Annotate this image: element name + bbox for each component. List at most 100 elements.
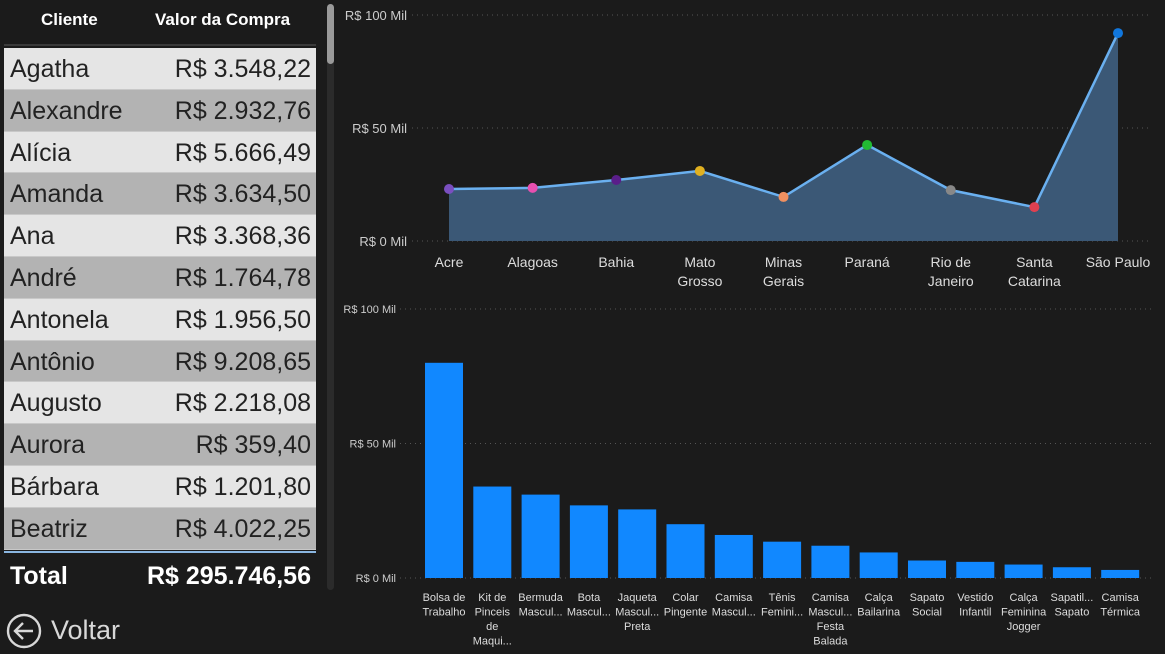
purchase-value-cell: R$ 5.666,49 (174, 138, 311, 167)
column-header-value[interactable]: Valor da Compra (155, 10, 290, 30)
total-value: R$ 295.746,56 (146, 562, 311, 590)
client-name-cell: Agatha (10, 55, 90, 83)
x-tick-label: Paraná (845, 254, 890, 270)
client-name-cell: Bárbara (10, 472, 99, 501)
x-tick-label: Camisa Térmica (1100, 592, 1141, 619)
y-tick-label: R$ 100 Mil (345, 8, 407, 23)
x-tick-label: Minas Gerais (763, 254, 804, 289)
purchase-value-cell: R$ 1.956,50 (174, 305, 311, 334)
client-name-cell: Alícia (10, 138, 72, 167)
purchase-value-cell: R$ 2.932,76 (174, 96, 311, 125)
x-tick-label: Bahia (598, 254, 634, 270)
x-tick-label: Santa Catarina (1008, 254, 1061, 289)
table-scrollbar[interactable] (327, 4, 334, 590)
table-body: Agatha R$ 3.548,22 Alexandre R$ 2.932,76 Alí… (4, 48, 316, 550)
x-tick-label: Sapatil... Sapato (1050, 592, 1093, 619)
bar[interactable] (618, 509, 657, 578)
y-tick-label: R$ 0 Mil (356, 573, 396, 585)
bar[interactable] (666, 524, 705, 578)
bar[interactable] (473, 486, 512, 578)
data-point[interactable] (694, 165, 705, 176)
y-tick-label: R$ 100 Mil (343, 304, 396, 316)
table-row[interactable]: Antonela R$ 1.956,50 (4, 298, 316, 341)
x-tick-label: Camisa Mascul... (712, 592, 756, 619)
total-label: Total (10, 562, 68, 590)
series-line (448, 32, 1120, 209)
bar[interactable] (1052, 567, 1091, 578)
data-point[interactable] (778, 191, 789, 202)
client-table: Cliente Valor da Compra Agatha R$ 3.548,2… (4, 2, 316, 595)
x-tick-label: São Paulo (1086, 254, 1151, 270)
client-name-cell: Aurora (10, 431, 86, 460)
purchase-value-cell: R$ 3.634,50 (174, 180, 311, 209)
x-tick-label: Tênis Femini... (761, 592, 803, 619)
client-name-cell: Antônio (10, 347, 95, 376)
x-tick-label: Bermuda Mascul... (518, 592, 564, 619)
y-tick-label: R$ 0 Mil (359, 234, 407, 249)
table-row[interactable]: Antônio R$ 9.208,65 (4, 340, 316, 383)
x-tick-label: Calça Bailarina (857, 592, 901, 619)
x-tick-label: Mato Grosso (677, 254, 722, 289)
table-row[interactable]: Ana R$ 3.368,36 (4, 215, 316, 257)
purchase-value-cell: R$ 1.201,80 (174, 472, 311, 501)
x-tick-label: Acre (435, 254, 464, 270)
purchase-value-cell: R$ 3.368,36 (174, 222, 311, 251)
data-point[interactable] (444, 184, 454, 195)
table-row[interactable]: André R$ 1.764,78 (4, 256, 316, 299)
x-tick-label: Alagoas (507, 254, 558, 270)
bar[interactable] (425, 362, 463, 578)
x-tick-label: Calça Feminina Jogger (1001, 592, 1047, 633)
table-row[interactable]: Augusto R$ 2.218,08 (4, 382, 316, 425)
table-row[interactable]: Alexandre R$ 2.932,76 (4, 89, 316, 132)
purchase-value-cell: R$ 2.218,08 (174, 389, 311, 418)
arrow-left-circle-icon (6, 613, 42, 649)
table-row[interactable]: Agatha R$ 3.548,22 (4, 48, 316, 90)
client-name-cell: Amanda (10, 180, 104, 209)
data-point[interactable] (945, 185, 956, 196)
bar[interactable] (908, 560, 946, 578)
purchase-value-cell: R$ 4.022,25 (174, 514, 311, 543)
column-header-client[interactable]: Cliente (41, 10, 98, 30)
bar[interactable] (521, 494, 560, 578)
client-name-cell: Augusto (10, 389, 102, 418)
purchase-value-cell: R$ 1.764,78 (174, 263, 311, 292)
x-tick-label: Colar Pingente (664, 592, 707, 619)
bar[interactable] (811, 545, 850, 578)
client-name-cell: André (10, 263, 77, 292)
table-row[interactable]: Beatriz R$ 4.022,25 (4, 507, 316, 550)
table-row[interactable]: Alícia R$ 5.666,49 (4, 131, 316, 174)
bar[interactable] (569, 505, 608, 578)
y-tick-label: R$ 50 Mil (350, 439, 396, 451)
table-header: Cliente Valor da Compra (4, 2, 316, 46)
bar[interactable] (1004, 564, 1043, 578)
client-name-cell: Ana (10, 222, 55, 251)
x-tick-label: Sapato Social (910, 592, 945, 619)
purchase-value-cell: R$ 359,40 (195, 431, 311, 460)
bar[interactable] (714, 534, 753, 578)
data-point[interactable] (1029, 202, 1040, 213)
data-point[interactable] (527, 182, 538, 193)
x-tick-label: Bolsa de Trabalho (422, 592, 465, 619)
table-row[interactable]: Bárbara R$ 1.201,80 (4, 465, 316, 508)
bar[interactable] (1101, 569, 1140, 578)
client-name-cell: Antonela (10, 305, 109, 334)
back-button-label: Voltar (51, 615, 121, 645)
data-point[interactable] (611, 174, 622, 185)
x-tick-label: Rio de Janeiro (928, 254, 974, 289)
x-tick-label: Kit de Pinceis de Maqui... (473, 592, 512, 648)
bar[interactable] (763, 541, 802, 578)
client-name-cell: Beatriz (10, 514, 88, 543)
area-fill (449, 33, 1118, 241)
bar[interactable] (956, 561, 995, 578)
table-row[interactable]: Amanda R$ 3.634,50 (4, 173, 316, 216)
table-row[interactable]: Aurora R$ 359,40 (4, 424, 316, 466)
data-point[interactable] (862, 139, 873, 150)
y-tick-label: R$ 50 Mil (352, 121, 407, 136)
table-total-row: Total R$ 295.746,56 (4, 551, 316, 595)
client-name-cell: Alexandre (10, 96, 123, 125)
scrollbar-thumb[interactable] (327, 4, 334, 64)
purchase-value-cell: R$ 9.208,65 (174, 347, 311, 376)
data-point[interactable] (1113, 28, 1123, 39)
x-tick-label: Jaqueta Mascul... Preta (615, 592, 659, 633)
bar[interactable] (859, 552, 898, 578)
